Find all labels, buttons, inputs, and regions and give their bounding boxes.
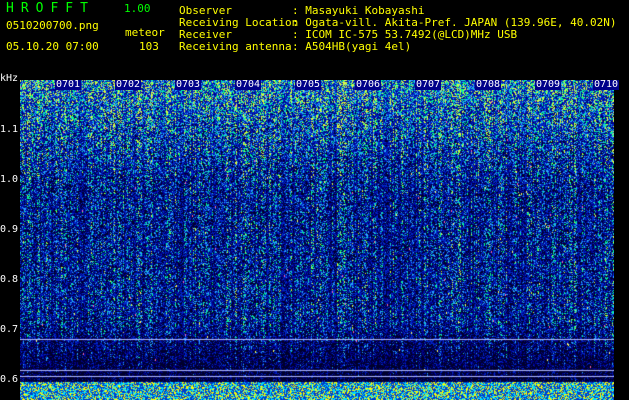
spectrogram-canvas	[20, 80, 614, 400]
y-tick-0-6: 0.6	[0, 374, 19, 385]
timestamp: 05.10.20 07:00	[6, 40, 99, 53]
time-label-0708: 0708	[475, 79, 502, 90]
observer-label: Observer	[179, 4, 232, 17]
antenna-value: : A504HB(yagi 4el)	[292, 40, 412, 53]
y-axis-unit: kHz	[0, 73, 19, 84]
app-title: HROFFT	[6, 1, 95, 16]
time-label-0701: 0701	[55, 79, 82, 90]
y-tick-0-7: 0.7	[0, 324, 19, 335]
receiver-value: : ICOM IC-575 53.7492(@LCD)MHz USB	[292, 28, 518, 41]
meteor-count: 103	[139, 40, 159, 53]
time-label-0703: 0703	[175, 79, 202, 90]
time-label-0710: 0710	[593, 79, 620, 90]
receiver-label: Receiver	[179, 28, 232, 41]
y-tick-1-1: 1.1	[0, 124, 19, 135]
time-label-0704: 0704	[235, 79, 262, 90]
y-tick-0-9: 0.9	[0, 224, 19, 235]
time-label-0705: 0705	[295, 79, 322, 90]
meteor-label: meteor	[125, 26, 165, 39]
app-version: 1.00	[124, 2, 151, 15]
hrofft-window: HROFFT 1.00 0510200700.png meteor 05.10.…	[0, 0, 629, 400]
y-tick-0-8: 0.8	[0, 274, 19, 285]
location-value: : Ogata-vill. Akita-Pref. JAPAN (139.96E…	[292, 16, 617, 29]
time-label-0709: 0709	[535, 79, 562, 90]
observer-value: : Masayuki Kobayashi	[292, 4, 425, 17]
time-label-0706: 0706	[355, 79, 382, 90]
image-filename: 0510200700.png	[6, 19, 99, 32]
y-tick-1-0: 1.0	[0, 174, 19, 185]
time-label-0707: 0707	[415, 79, 442, 90]
antenna-label: Receiving antenna	[179, 40, 292, 53]
location-label: Receiving Location	[179, 16, 299, 29]
time-label-0702: 0702	[115, 79, 142, 90]
